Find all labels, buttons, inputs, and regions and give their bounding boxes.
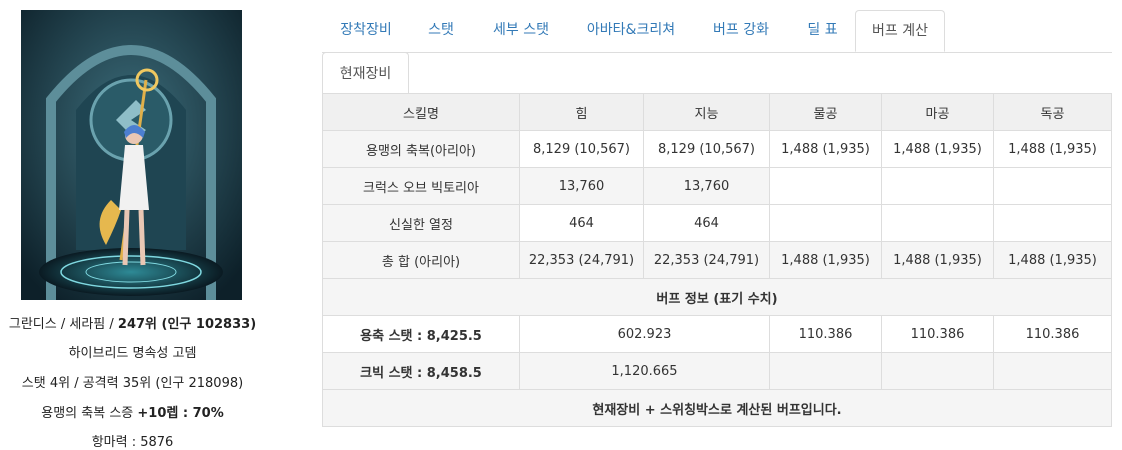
cell-str: 22,353 (24,791): [519, 241, 644, 279]
info-indep: [993, 352, 1112, 390]
server-class-rank: 그란디스 / 세라핌 / 247위 (인구 102833): [8, 317, 257, 332]
footer-note: 현재장비 + 스위칭박스로 계산된 버프입니다.: [322, 389, 1112, 427]
subtab-current-equipment[interactable]: 현재장비: [322, 52, 409, 94]
anti-magic-value: 항마력 : 5876: [91, 435, 174, 450]
skill-name: 용맹의 축복(아리아): [322, 130, 520, 168]
cell-int: 13,760: [643, 167, 770, 205]
info-indep: 110.386: [993, 315, 1112, 353]
cell-mag: [881, 167, 994, 205]
cell-mag: 1,488 (1,935): [881, 130, 994, 168]
info-label: 크빅 스탯 : 8,458.5: [322, 352, 520, 390]
info-row: 용축 스탯 : 8,425.5 602.923 110.386 110.386 …: [322, 315, 1112, 353]
build-description: 하이브리드 명속성 고뎀: [68, 346, 197, 361]
skill-name: 신실한 열정: [322, 204, 520, 242]
tab-buff-calc[interactable]: 버프 계산: [855, 10, 945, 52]
buff-table: 스킬명 힘 지능 물공 마공 독공 용맹의 축복(아리아) 8,129 (10,…: [322, 93, 1112, 427]
header-skill: 스킬명: [322, 93, 520, 131]
table-row: 총 합 (아리아) 22,353 (24,791) 22,353 (24,791…: [322, 241, 1112, 279]
header-phys: 물공: [769, 93, 882, 131]
table-header-row: 스킬명 힘 지능 물공 마공 독공: [322, 93, 1112, 131]
info-mag: [881, 352, 994, 390]
tab-equipment[interactable]: 장착장비: [322, 10, 410, 51]
section-row: 버프 정보 (표기 수치): [322, 278, 1112, 316]
tab-damage-table[interactable]: 딜 표: [790, 10, 855, 51]
info-mag: 110.386: [881, 315, 994, 353]
table-row: 크럭스 오브 빅토리아 13,760 13,760: [322, 167, 1112, 205]
sub-tabs: 현재장비: [322, 52, 1112, 94]
cell-indep: [993, 167, 1112, 205]
header-mag: 마공: [881, 93, 994, 131]
cell-phys: [769, 204, 882, 242]
skill-name: 총 합 (아리아): [322, 241, 520, 279]
cell-indep: [993, 204, 1112, 242]
cell-indep: 1,488 (1,935): [993, 241, 1112, 279]
header-int: 지능: [643, 93, 770, 131]
tab-buff-enhance[interactable]: 버프 강화: [692, 10, 790, 51]
buff-level-info: 용맹의 축복 스증 +10렙 : 70%: [41, 406, 224, 421]
cell-str: 13,760: [519, 167, 644, 205]
cell-str: 8,129 (10,567): [519, 130, 644, 168]
cell-mag: [881, 204, 994, 242]
info-row: 크빅 스탯 : 8,458.5 1,120.665: [322, 352, 1112, 390]
cell-int: 22,353 (24,791): [643, 241, 770, 279]
skill-name: 크럭스 오브 빅토리아: [322, 167, 520, 205]
footer-row: 현재장비 + 스위칭박스로 계산된 버프입니다.: [322, 389, 1112, 427]
cell-int: 464: [643, 204, 770, 242]
character-profile: 그란디스 / 세라핌 / 247위 (인구 102833) 하이브리드 명속성 …: [0, 0, 265, 450]
info-label: 용축 스탯 : 8,425.5: [322, 315, 520, 353]
cell-phys: 1,488 (1,935): [769, 241, 882, 279]
info-stat: 1,120.665: [519, 352, 770, 390]
tab-stats[interactable]: 스탯: [410, 10, 472, 51]
info-phys: [769, 352, 882, 390]
info-stat: 602.923: [519, 315, 770, 353]
table-row: 용맹의 축복(아리아) 8,129 (10,567) 8,129 (10,567…: [322, 130, 1112, 168]
cell-phys: [769, 167, 882, 205]
cell-phys: 1,488 (1,935): [769, 130, 882, 168]
tab-detail-stats[interactable]: 세부 스탯: [472, 10, 570, 51]
buff-info-title: 버프 정보 (표기 수치): [322, 278, 1112, 316]
stat-attack-rank: 스탯 4위 / 공격력 35위 (인구 218098): [21, 376, 244, 391]
tab-avatar-creature[interactable]: 아바타&크리쳐: [570, 10, 692, 51]
table-row: 신실한 열정 464 464: [322, 204, 1112, 242]
cell-str: 464: [519, 204, 644, 242]
cell-int: 8,129 (10,567): [643, 130, 770, 168]
header-indep: 독공: [993, 93, 1112, 131]
cell-mag: 1,488 (1,935): [881, 241, 994, 279]
info-phys: 110.386: [769, 315, 882, 353]
main-tabs: 장착장비 스탯 세부 스탯 아바타&크리쳐 버프 강화 딜 표 버프 계산: [322, 10, 1112, 53]
character-portrait: [21, 10, 242, 300]
header-str: 힘: [519, 93, 644, 131]
cell-indep: 1,488 (1,935): [993, 130, 1112, 168]
